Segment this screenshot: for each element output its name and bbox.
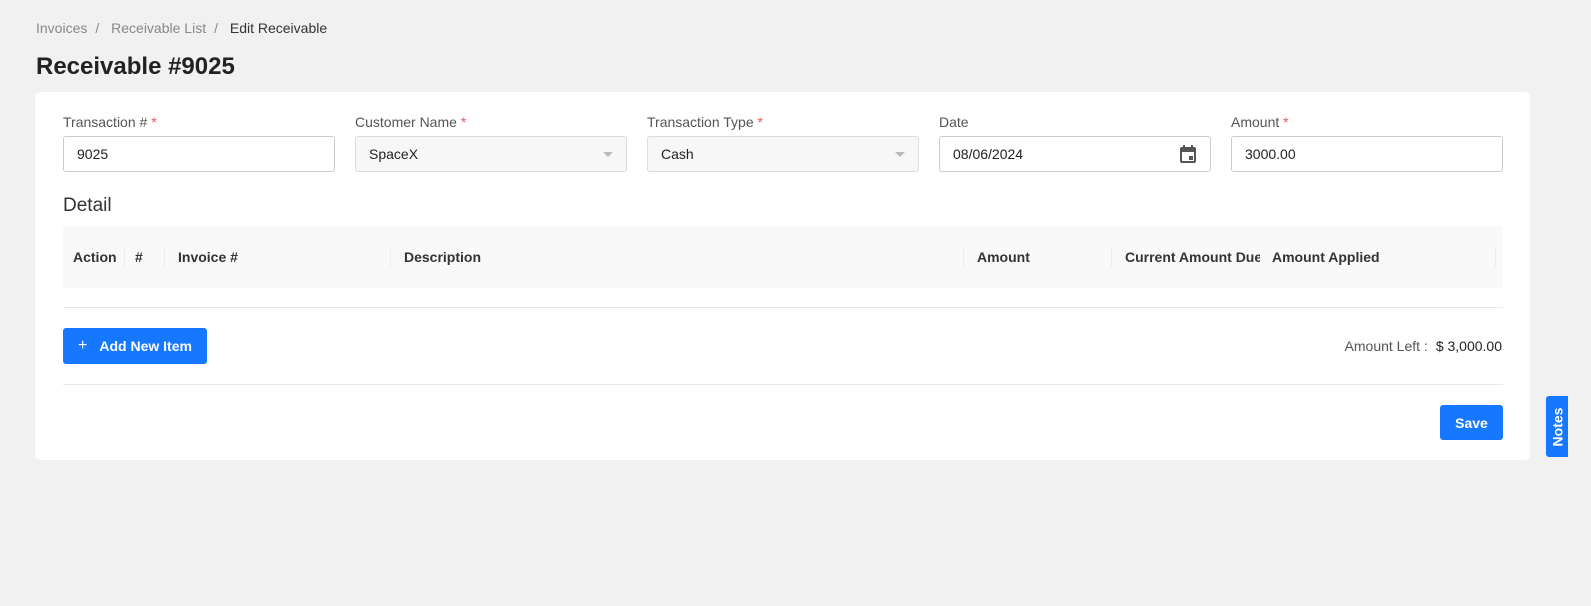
detail-heading: Detail <box>63 195 112 216</box>
chevron-down-icon <box>603 151 613 157</box>
required-mark: * <box>757 114 763 130</box>
col-amount: Amount <box>964 247 1112 267</box>
customer-field: Customer Name * SpaceX <box>355 114 627 172</box>
breadcrumb-receivable-list[interactable]: Receivable List <box>111 20 206 36</box>
amount-left: Amount Left : $ 3,000.00 <box>1345 338 1502 354</box>
calendar-icon[interactable] <box>1179 144 1197 164</box>
amount-left-value: $ 3,000.00 <box>1435 338 1502 354</box>
col-description: Description <box>391 247 964 267</box>
type-label: Transaction Type <box>647 114 754 130</box>
transaction-type-select[interactable]: Cash <box>647 136 919 172</box>
col-invoice: Invoice # <box>165 247 391 267</box>
transaction-label: Transaction # <box>63 114 148 130</box>
breadcrumb: Invoices / Receivable List / Edit Receivab… <box>36 20 328 36</box>
chevron-down-icon <box>895 151 905 157</box>
breadcrumb-current: Edit Receivable <box>229 20 328 36</box>
type-field: Transaction Type * Cash <box>647 114 919 172</box>
col-action: Action <box>63 247 125 267</box>
amount-input[interactable]: 3000.00 <box>1231 136 1503 172</box>
plus-icon: + <box>78 337 88 354</box>
col-current-amount-due: Current Amount Due <box>1125 249 1260 265</box>
divider <box>63 384 1503 385</box>
detail-table-header: Action # Invoice # Description Amount Cu… <box>63 226 1503 288</box>
amount-left-label: Amount Left : <box>1344 338 1428 354</box>
amount-field: Amount * 3000.00 <box>1231 114 1503 172</box>
notes-tab[interactable]: Notes <box>1546 396 1568 457</box>
page-title: Receivable #9025 <box>36 53 235 80</box>
transaction-field: Transaction # * 9025 <box>63 114 335 172</box>
transaction-input[interactable]: 9025 <box>63 136 335 172</box>
col-index: # <box>125 247 165 267</box>
form-card: Transaction # * 9025 Customer Name * Spa… <box>35 92 1530 460</box>
customer-select[interactable]: SpaceX <box>355 136 627 172</box>
add-new-item-button[interactable]: + Add New Item <box>63 328 207 364</box>
required-mark: * <box>460 114 467 130</box>
date-label: Date <box>939 114 969 130</box>
divider <box>63 307 1503 308</box>
required-mark: * <box>1283 114 1289 130</box>
date-field: Date 08/06/2024 <box>939 114 1211 172</box>
save-button[interactable]: Save <box>1440 405 1503 440</box>
amount-label: Amount <box>1231 114 1280 130</box>
breadcrumb-invoices[interactable]: Invoices <box>36 20 87 36</box>
date-input[interactable]: 08/06/2024 <box>939 136 1211 172</box>
customer-label: Customer Name <box>355 114 457 130</box>
col-amount-applied: Amount Applied <box>1260 247 1496 267</box>
required-mark: * <box>151 114 157 130</box>
